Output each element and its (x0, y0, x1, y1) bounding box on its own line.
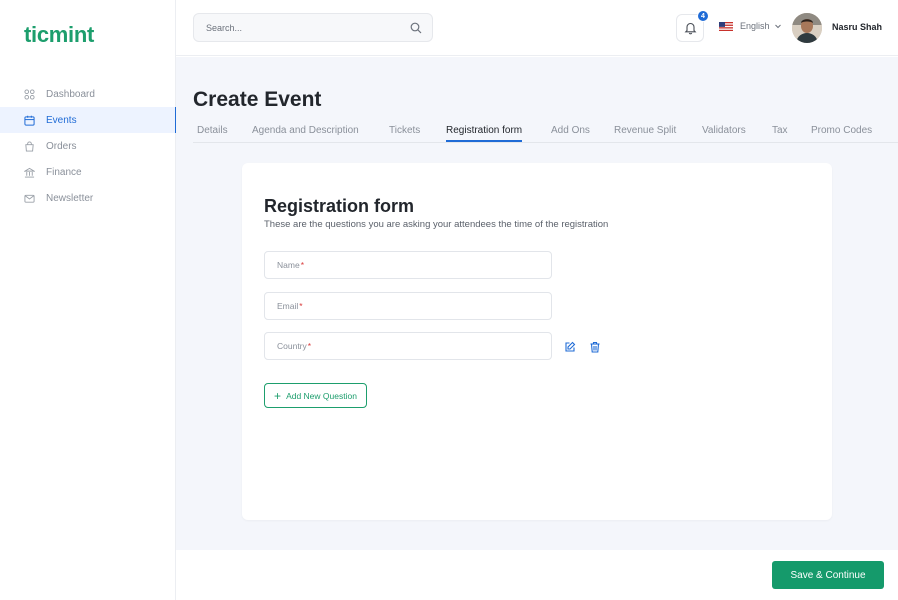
plus-icon: + (274, 388, 282, 403)
avatar[interactable] (792, 13, 822, 43)
sidebar-item-dashboard[interactable]: Dashboard (0, 81, 176, 107)
page-title: Create Event (193, 88, 322, 111)
required-marker: * (307, 341, 312, 351)
tab-tickets[interactable]: Tickets (389, 125, 420, 136)
sidebar-item-label: Dashboard (46, 88, 95, 100)
edit-icon[interactable] (564, 341, 576, 353)
bell-icon (684, 22, 696, 35)
mail-icon (24, 194, 35, 203)
email-question-field[interactable]: Email * (264, 292, 552, 320)
field-label: Email (277, 301, 299, 311)
required-marker: * (299, 301, 303, 311)
top-header: 4 English Nasru Shah (176, 0, 898, 56)
save-and-continue-button[interactable]: Save & Continue (772, 561, 884, 589)
sidebar-nav: Dashboard Events Orders Finance Newslett… (0, 81, 177, 211)
chevron-down-icon (774, 24, 781, 29)
grid-icon (24, 88, 35, 100)
field-label: Country (277, 341, 307, 351)
calendar-icon (24, 115, 35, 126)
sidebar-item-orders[interactable]: Orders (0, 133, 176, 159)
app-logo[interactable]: ticmint (24, 22, 94, 48)
notification-count-badge: 4 (697, 10, 709, 22)
tab-details[interactable]: Details (197, 125, 228, 136)
tab-registration-form[interactable]: Registration form (446, 125, 523, 142)
sidebar-item-label: Newsletter (46, 192, 94, 204)
registration-form-card: Registration form These are the question… (242, 163, 832, 520)
search-icon[interactable] (410, 22, 422, 34)
sidebar: ticmint Dashboard Events Orders Finance … (0, 0, 177, 600)
tab-revenue-split[interactable]: Revenue Split (614, 125, 676, 136)
country-question-field[interactable]: Country * (264, 332, 552, 360)
sidebar-item-finance[interactable]: Finance (0, 159, 176, 185)
main-content: Create Event Details Agenda and Descript… (176, 57, 898, 550)
field-label: Name (277, 260, 300, 270)
form-subtitle: These are the questions you are asking y… (264, 219, 609, 230)
tab-agenda-and-description[interactable]: Agenda and Description (252, 125, 359, 136)
required-marker: * (300, 260, 304, 270)
bank-icon (24, 167, 35, 178)
form-title: Registration form (264, 196, 415, 216)
page-footer: Save & Continue (176, 550, 898, 600)
us-flag-icon (719, 21, 733, 31)
tab-promo-codes[interactable]: Promo Codes (811, 125, 872, 136)
sidebar-item-events[interactable]: Events (0, 107, 177, 133)
name-question-field[interactable]: Name * (264, 251, 552, 279)
add-new-question-button[interactable]: + Add New Question (264, 383, 367, 408)
user-avatar-image (792, 13, 822, 43)
search-input[interactable] (206, 22, 410, 33)
bag-icon (25, 140, 34, 152)
sidebar-item-label: Finance (46, 166, 82, 178)
sidebar-item-label: Orders (46, 140, 77, 152)
sidebar-item-newsletter[interactable]: Newsletter (0, 185, 176, 211)
add-button-label: Add New Question (286, 390, 357, 401)
notifications-button[interactable]: 4 (676, 10, 709, 42)
search-box (193, 13, 433, 42)
language-label: English (740, 21, 770, 31)
tab-validators[interactable]: Validators (702, 125, 746, 136)
tab-add-ons[interactable]: Add Ons (551, 125, 590, 136)
user-name[interactable]: Nasru Shah (832, 22, 882, 32)
tab-tax[interactable]: Tax (772, 125, 788, 136)
language-selector[interactable]: English (719, 21, 782, 31)
sidebar-item-label: Events (46, 114, 77, 126)
trash-icon[interactable] (589, 341, 601, 353)
event-tabs: Details Agenda and Description Tickets R… (193, 123, 898, 143)
